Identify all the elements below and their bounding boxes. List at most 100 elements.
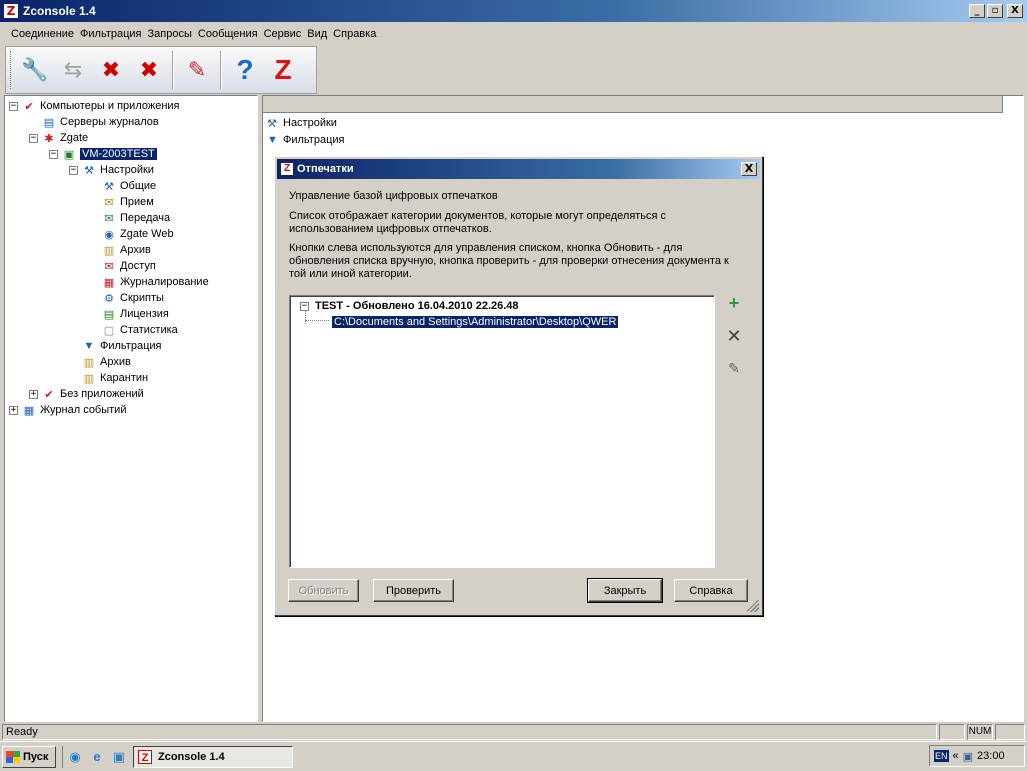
collapse-icon[interactable]: − bbox=[69, 165, 78, 175]
dialog-close-button[interactable]: X bbox=[741, 162, 757, 176]
collapse-icon[interactable]: − bbox=[300, 301, 309, 311]
tree-item-label: Архив bbox=[120, 244, 151, 256]
delete-server-icon: ✖ bbox=[101, 57, 121, 82]
settings-icon: ⚒ bbox=[267, 117, 277, 130]
tree-item-label: Настройки bbox=[100, 164, 154, 176]
menu-service[interactable]: Сервис bbox=[261, 28, 305, 40]
tree-item[interactable]: + ▦ Журнал событий bbox=[9, 402, 126, 418]
menu-connection[interactable]: Соединение bbox=[8, 28, 77, 40]
tree-item[interactable]: ▥ Архив bbox=[69, 354, 131, 370]
edit-button[interactable]: ✎ bbox=[178, 50, 216, 90]
window-title: Zconsole 1.4 bbox=[23, 4, 96, 18]
check-button[interactable]: Проверить bbox=[373, 579, 454, 602]
windows-logo-icon bbox=[6, 750, 20, 763]
path-label: C:\Documents and Settings\Administrator\… bbox=[332, 316, 619, 328]
navigation-tree[interactable]: − ✔ Компьютеры и приложения ▤ Серверы журнал… bbox=[4, 95, 258, 722]
internet-explorer-icon[interactable]: e bbox=[89, 749, 105, 765]
tree-item[interactable]: + ✔ Без приложений bbox=[29, 386, 144, 402]
tree-item[interactable]: ▥ Архив bbox=[89, 242, 151, 258]
expand-icon[interactable]: + bbox=[9, 405, 18, 415]
window-title-bar[interactable]: Z Zconsole 1.4 _ ▫ X bbox=[0, 0, 1027, 22]
collapse-icon[interactable]: − bbox=[49, 149, 58, 159]
tree-item[interactable]: ⚒ Общие bbox=[89, 178, 156, 194]
tree-item-label: Архив bbox=[100, 356, 131, 368]
media-player-icon[interactable]: ◉ bbox=[67, 749, 83, 765]
remove-category-button[interactable]: ✕ bbox=[725, 326, 743, 346]
tree-item[interactable]: ▤ Серверы журналов bbox=[29, 114, 159, 130]
status-num: NUM bbox=[967, 724, 993, 740]
tree-item[interactable]: ✉ Доступ bbox=[89, 258, 156, 274]
content-item-settings[interactable]: ⚒ Настройки bbox=[267, 115, 337, 131]
collapse-icon[interactable]: − bbox=[9, 101, 18, 111]
tree-item[interactable]: − ⚒ Настройки bbox=[69, 162, 154, 178]
resize-grip[interactable] bbox=[747, 600, 759, 612]
connect-settings-icon: 🔧 bbox=[21, 57, 49, 82]
tree-item[interactable]: ▢ Статистика bbox=[89, 322, 178, 338]
minimize-button[interactable]: _ bbox=[969, 4, 985, 18]
toolbar-gripper[interactable] bbox=[10, 51, 13, 89]
about-button[interactable]: Z bbox=[264, 50, 302, 90]
menu-help[interactable]: Справка bbox=[330, 28, 379, 40]
expand-icon[interactable]: + bbox=[29, 389, 38, 399]
delete-all-button[interactable]: ✖ bbox=[130, 50, 168, 90]
refresh-button[interactable]: Обновить bbox=[288, 579, 359, 602]
tree-item-label: Доступ bbox=[120, 260, 156, 272]
dialog-heading: Управление базой цифровых отпечатков bbox=[289, 190, 498, 202]
menu-view[interactable]: Вид bbox=[304, 28, 330, 40]
toolbar-separator bbox=[172, 51, 174, 89]
menu-queries[interactable]: Запросы bbox=[145, 28, 195, 40]
taskbar-app-label: Zconsole 1.4 bbox=[158, 750, 225, 763]
tree-item[interactable]: ▦ Журналирование bbox=[89, 274, 209, 290]
tree-item[interactable]: ✉ Прием bbox=[89, 194, 153, 210]
tree-node-icon: ▥ bbox=[103, 244, 115, 257]
menu-filtering[interactable]: Фильтрация bbox=[77, 28, 144, 40]
list-item-path[interactable]: C:\Documents and Settings\Administrator\… bbox=[332, 314, 619, 330]
delete-server-button[interactable]: ✖ bbox=[92, 50, 130, 90]
add-category-button[interactable]: + bbox=[725, 293, 743, 313]
tree-node-icon: ◉ bbox=[104, 228, 114, 241]
connect-settings-button[interactable]: 🔧 bbox=[16, 50, 54, 90]
list-item-category[interactable]: − TEST - Обновлено 16.04.2010 22.26.48 bbox=[300, 298, 519, 314]
menu-messages[interactable]: Сообщения bbox=[195, 28, 261, 40]
close-dialog-button[interactable]: Закрыть bbox=[587, 578, 663, 603]
help-button[interactable]: ? bbox=[226, 50, 264, 90]
disconnect-button[interactable]: ⇆ bbox=[54, 50, 92, 90]
tree-item[interactable]: ✉ Передача bbox=[89, 210, 170, 226]
dialog-title-bar[interactable]: Z Отпечатки X bbox=[277, 159, 760, 179]
start-button[interactable]: Пуск bbox=[2, 745, 56, 768]
restore-button[interactable]: ▫ bbox=[987, 4, 1003, 18]
close-button[interactable]: X bbox=[1007, 4, 1023, 18]
show-desktop-icon[interactable]: ▣ bbox=[111, 749, 127, 765]
clock: 23:00 bbox=[977, 750, 1005, 762]
tree-item[interactable]: ◉ Zgate Web bbox=[89, 226, 174, 242]
tree-item[interactable]: ⚙ Скрипты bbox=[89, 290, 164, 306]
tree-node-icon: ✔ bbox=[44, 388, 54, 401]
tree-item[interactable]: − ✱ Zgate bbox=[29, 130, 88, 146]
taskbar-app-button[interactable]: Z Zconsole 1.4 bbox=[133, 745, 293, 768]
fingerprint-list[interactable]: − TEST - Обновлено 16.04.2010 22.26.48 C… bbox=[289, 295, 715, 568]
tree-node-icon: ⚒ bbox=[104, 180, 114, 193]
tree-item[interactable]: ▥ Карантин bbox=[69, 370, 148, 386]
network-icon[interactable]: ▣ bbox=[963, 750, 973, 763]
tray-expand-icon[interactable]: « bbox=[953, 750, 959, 762]
tree-item-label: VM-2003TEST bbox=[80, 148, 157, 160]
tree-node-icon: ▼ bbox=[83, 340, 95, 352]
filter-icon: ▼ bbox=[267, 134, 278, 146]
tree-item-label: Карантин bbox=[100, 372, 149, 384]
tree-item-label: Zgate Web bbox=[120, 228, 174, 240]
collapse-icon[interactable]: − bbox=[29, 133, 38, 143]
edit-category-button[interactable]: ✎ bbox=[725, 359, 743, 377]
tree-node-icon: ▣ bbox=[63, 148, 75, 161]
tree-item-label: Журнал событий bbox=[40, 404, 127, 416]
status-scroll bbox=[995, 724, 1025, 740]
language-indicator[interactable]: EN bbox=[934, 750, 949, 762]
content-item-filtering[interactable]: ▼ Фильтрация bbox=[267, 132, 344, 148]
tree-node-icon: ▦ bbox=[23, 404, 35, 417]
tree-item[interactable]: − ▣ VM-2003TEST bbox=[49, 146, 157, 162]
tree-item-label: Статистика bbox=[120, 324, 178, 336]
status-bar: Ready NUM bbox=[0, 723, 1027, 741]
help-dialog-button[interactable]: Справка bbox=[674, 579, 748, 602]
tree-item[interactable]: ▼ Фильтрация bbox=[69, 338, 162, 354]
tree-item[interactable]: − ✔ Компьютеры и приложения bbox=[9, 98, 180, 114]
tree-item[interactable]: ▤ Лицензия bbox=[89, 306, 169, 322]
